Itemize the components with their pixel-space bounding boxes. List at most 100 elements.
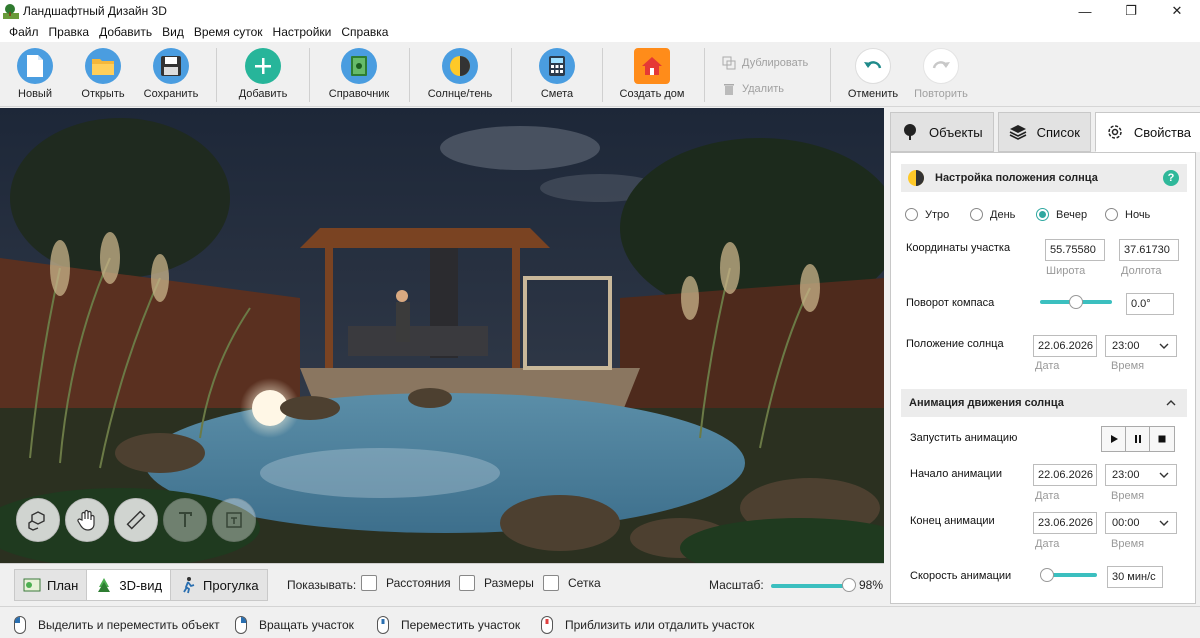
folder-icon [85, 48, 121, 84]
text-tool-button[interactable] [163, 498, 207, 542]
tab-list[interactable]: Список [997, 112, 1091, 152]
radio-evening[interactable]: Вечер [1036, 208, 1087, 221]
chevron-down-icon [1159, 343, 1169, 349]
radio-circle [1105, 208, 1118, 221]
toolbar-separator [511, 48, 512, 102]
speed-input[interactable]: 30 мин/с [1107, 566, 1163, 588]
stop-icon [1158, 435, 1166, 443]
play-button[interactable] [1102, 427, 1126, 451]
cubes-icon [28, 511, 45, 531]
viewport-tool-group [16, 498, 256, 542]
sun-shadow-button[interactable]: Солнце/тень [420, 48, 500, 100]
end-date-label: Дата [1035, 538, 1060, 550]
sizes-checkbox[interactable]: Размеры [459, 575, 534, 591]
delete-button[interactable]: Удалить [722, 82, 784, 96]
menu-edit[interactable]: Правка [44, 25, 95, 39]
toolbar-separator [830, 48, 831, 102]
compass-input[interactable]: 0.0° [1126, 293, 1174, 315]
tab-plan[interactable]: План [15, 570, 88, 600]
calculator-icon [539, 48, 575, 84]
begin-date-input[interactable]: 22.06.2026 [1033, 464, 1097, 486]
label-tool-button[interactable] [212, 498, 256, 542]
sun-position-label: Положение солнца [906, 338, 1004, 350]
app-tree-icon [3, 4, 19, 19]
distances-checkbox[interactable]: Расстояния [361, 575, 451, 591]
pan-tool-button[interactable] [65, 498, 109, 542]
new-document-icon [17, 48, 53, 84]
redo-button[interactable]: Повторить [901, 48, 981, 100]
sun-date-label: Дата [1035, 360, 1060, 372]
tab-properties[interactable]: Свойства [1094, 112, 1200, 152]
tab-objects[interactable]: Объекты [890, 112, 994, 152]
end-time-select[interactable]: 00:00 [1105, 512, 1177, 534]
radio-day[interactable]: День [970, 208, 1015, 221]
view-bar: План 3D-вид Прогулка Показывать: Расстоя… [0, 563, 884, 605]
window-title: Ландшафтный Дизайн 3D [23, 4, 167, 18]
floppy-disk-icon [153, 48, 189, 84]
stop-button[interactable] [1150, 427, 1174, 451]
3d-viewport[interactable] [0, 108, 884, 563]
redo-arrow-icon [923, 48, 959, 84]
close-button[interactable]: ✕ [1154, 0, 1200, 22]
tab-3d-view[interactable]: 3D-вид [87, 570, 172, 600]
reference-button[interactable]: Справочник [319, 48, 399, 100]
longitude-input[interactable]: 37.61730 [1119, 239, 1179, 261]
ruler-icon [126, 510, 146, 530]
help-icon[interactable]: ? [1163, 170, 1179, 186]
maximize-button[interactable]: ❐ [1108, 0, 1154, 22]
longitude-label: Долгота [1121, 265, 1162, 277]
zoom-slider-track[interactable] [771, 584, 851, 588]
menu-file[interactable]: Файл [4, 25, 44, 39]
minimize-button[interactable]: — [1062, 0, 1108, 22]
mouse-middle-click-icon [377, 616, 389, 634]
book-icon [341, 48, 377, 84]
save-button[interactable]: Сохранить [131, 48, 211, 100]
estimate-button[interactable]: Смета [517, 48, 597, 100]
duplicate-button[interactable]: Дублировать [722, 56, 808, 70]
speed-slider-thumb[interactable] [1039, 568, 1054, 582]
animation-end-label: Конец анимации [910, 515, 995, 527]
orbit-tool-button[interactable] [16, 498, 60, 542]
menu-view[interactable]: Вид [157, 25, 189, 39]
animation-speed-label: Скорость анимации [910, 570, 1012, 582]
latitude-input[interactable]: 55.75580 [1045, 239, 1105, 261]
compass-slider-thumb[interactable] [1069, 295, 1083, 309]
create-house-button[interactable]: Создать дом [612, 48, 692, 100]
zoom-slider-thumb[interactable] [842, 578, 857, 592]
hand-icon [77, 509, 95, 531]
sun-time-select[interactable]: 23:00 [1105, 335, 1177, 357]
radio-circle [905, 208, 918, 221]
radio-circle-selected [1036, 208, 1049, 221]
zoom-label: Масштаб: [709, 578, 764, 592]
begin-time-select[interactable]: 23:00 [1105, 464, 1177, 486]
chevron-up-icon[interactable] [1165, 397, 1177, 409]
tab-walk[interactable]: Прогулка [171, 570, 267, 600]
sun-date-input[interactable]: 22.06.2026 [1033, 335, 1097, 357]
undo-arrow-icon [855, 48, 891, 84]
sun-settings-header: Настройка положения солнца ? [901, 164, 1187, 192]
menu-add[interactable]: Добавить [94, 25, 157, 39]
grid-checkbox[interactable]: Сетка [543, 575, 601, 591]
menu-settings[interactable]: Настройки [268, 25, 337, 39]
end-date-input[interactable]: 23.06.2026 [1033, 512, 1097, 534]
menu-help[interactable]: Справка [336, 25, 393, 39]
title-bar: Ландшафтный Дизайн 3D — ❐ ✕ [0, 0, 1200, 22]
properties-body: Настройка положения солнца ? Утро День В… [890, 152, 1196, 604]
animation-header[interactable]: Анимация движения солнца [901, 389, 1187, 417]
radio-morning[interactable]: Утро [905, 208, 949, 221]
house-icon [634, 48, 670, 84]
plan-map-icon [23, 578, 41, 592]
measure-tool-button[interactable] [114, 498, 158, 542]
toolbar-separator [602, 48, 603, 102]
menu-time-of-day[interactable]: Время суток [189, 25, 268, 39]
add-button[interactable]: Добавить [223, 48, 303, 100]
sun-shadow-icon [442, 48, 478, 84]
radio-night[interactable]: Ночь [1105, 208, 1150, 221]
radio-circle [970, 208, 983, 221]
coords-label: Координаты участка [906, 242, 1011, 254]
mouse-scroll-icon [541, 616, 553, 634]
pause-button[interactable] [1126, 427, 1150, 451]
toolbar-separator [309, 48, 310, 102]
start-animation-label: Запустить анимацию [910, 432, 1018, 444]
status-bar: Выделить и переместить объект Вращать уч… [0, 606, 1200, 638]
